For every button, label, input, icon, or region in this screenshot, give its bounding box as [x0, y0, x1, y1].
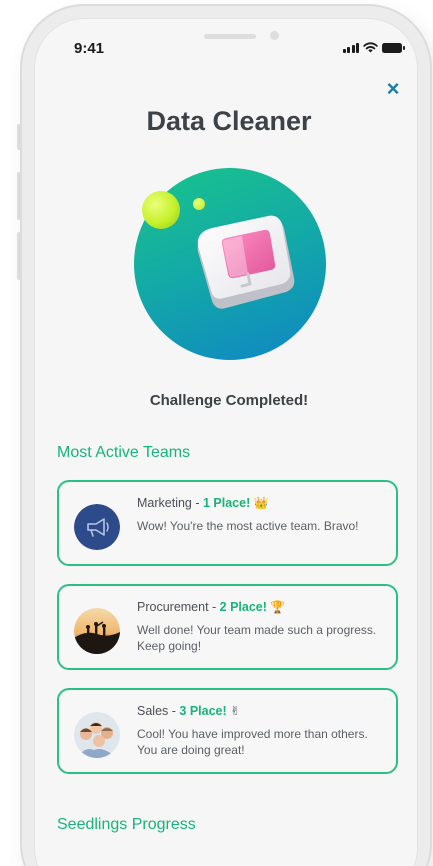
monitor-badge-icon	[197, 215, 295, 309]
trophy-icon: 🏆	[270, 600, 286, 614]
team-name: Procurement	[137, 600, 209, 614]
team-place: 2 Place!	[219, 600, 267, 614]
status-icons	[342, 42, 405, 53]
megaphone-icon	[74, 504, 120, 550]
separator: -	[191, 496, 203, 510]
avatar	[74, 712, 120, 758]
separator: -	[208, 600, 220, 614]
team-message: Cool! You have improved more than others…	[137, 727, 368, 757]
cellular-signal-icon	[342, 43, 359, 53]
team-card-sales[interactable]: Sales - 3 Place! ✌ Cool! You have improv…	[57, 688, 398, 774]
volume-down-button	[17, 232, 21, 280]
speaker-grille	[204, 34, 256, 39]
status-time: 9:41	[74, 40, 105, 57]
most-active-teams-heading: Most Active Teams	[57, 444, 191, 461]
separator: -	[168, 704, 180, 718]
page: 9:41 × Data Cleaner Challenge Completed!…	[0, 0, 433, 866]
team-name: Marketing	[137, 496, 192, 510]
team-heading: Procurement - 2 Place! 🏆	[137, 600, 285, 614]
team-heading: Marketing - 1 Place! 👑	[137, 496, 269, 510]
team-message: Wow! You're the most active team. Bravo!	[137, 519, 359, 533]
app-screen: 9:41 × Data Cleaner Challenge Completed!…	[34, 18, 418, 866]
team-card-marketing[interactable]: Marketing - 1 Place! 👑 Wow! You're the m…	[57, 480, 398, 566]
team-place: 3 Place!	[179, 704, 227, 718]
battery-icon	[382, 43, 405, 53]
front-camera	[270, 31, 279, 40]
challenge-status: Challenge Completed!	[149, 392, 309, 409]
crown-icon: 👑	[253, 496, 269, 510]
team-group-photo	[74, 712, 120, 758]
page-title: Data Cleaner	[146, 106, 312, 136]
mute-switch	[17, 124, 21, 150]
close-button[interactable]: ×	[382, 78, 404, 100]
decor-ball-large	[142, 191, 180, 229]
team-message: Well done! Your team made such a progres…	[137, 623, 377, 653]
team-silhouette-photo	[74, 608, 120, 654]
avatar	[74, 608, 120, 654]
wifi-icon	[363, 42, 378, 53]
avatar	[74, 504, 120, 550]
volume-up-button	[17, 172, 21, 220]
team-place: 1 Place!	[203, 496, 251, 510]
team-name: Sales	[137, 704, 169, 718]
victory-hand-icon: ✌	[230, 704, 241, 718]
team-heading: Sales - 3 Place! ✌	[137, 704, 240, 718]
seedlings-progress-heading: Seedlings Progress	[57, 816, 196, 833]
team-card-procurement[interactable]: Procurement - 2 Place! 🏆 Well done! Your…	[57, 584, 398, 670]
